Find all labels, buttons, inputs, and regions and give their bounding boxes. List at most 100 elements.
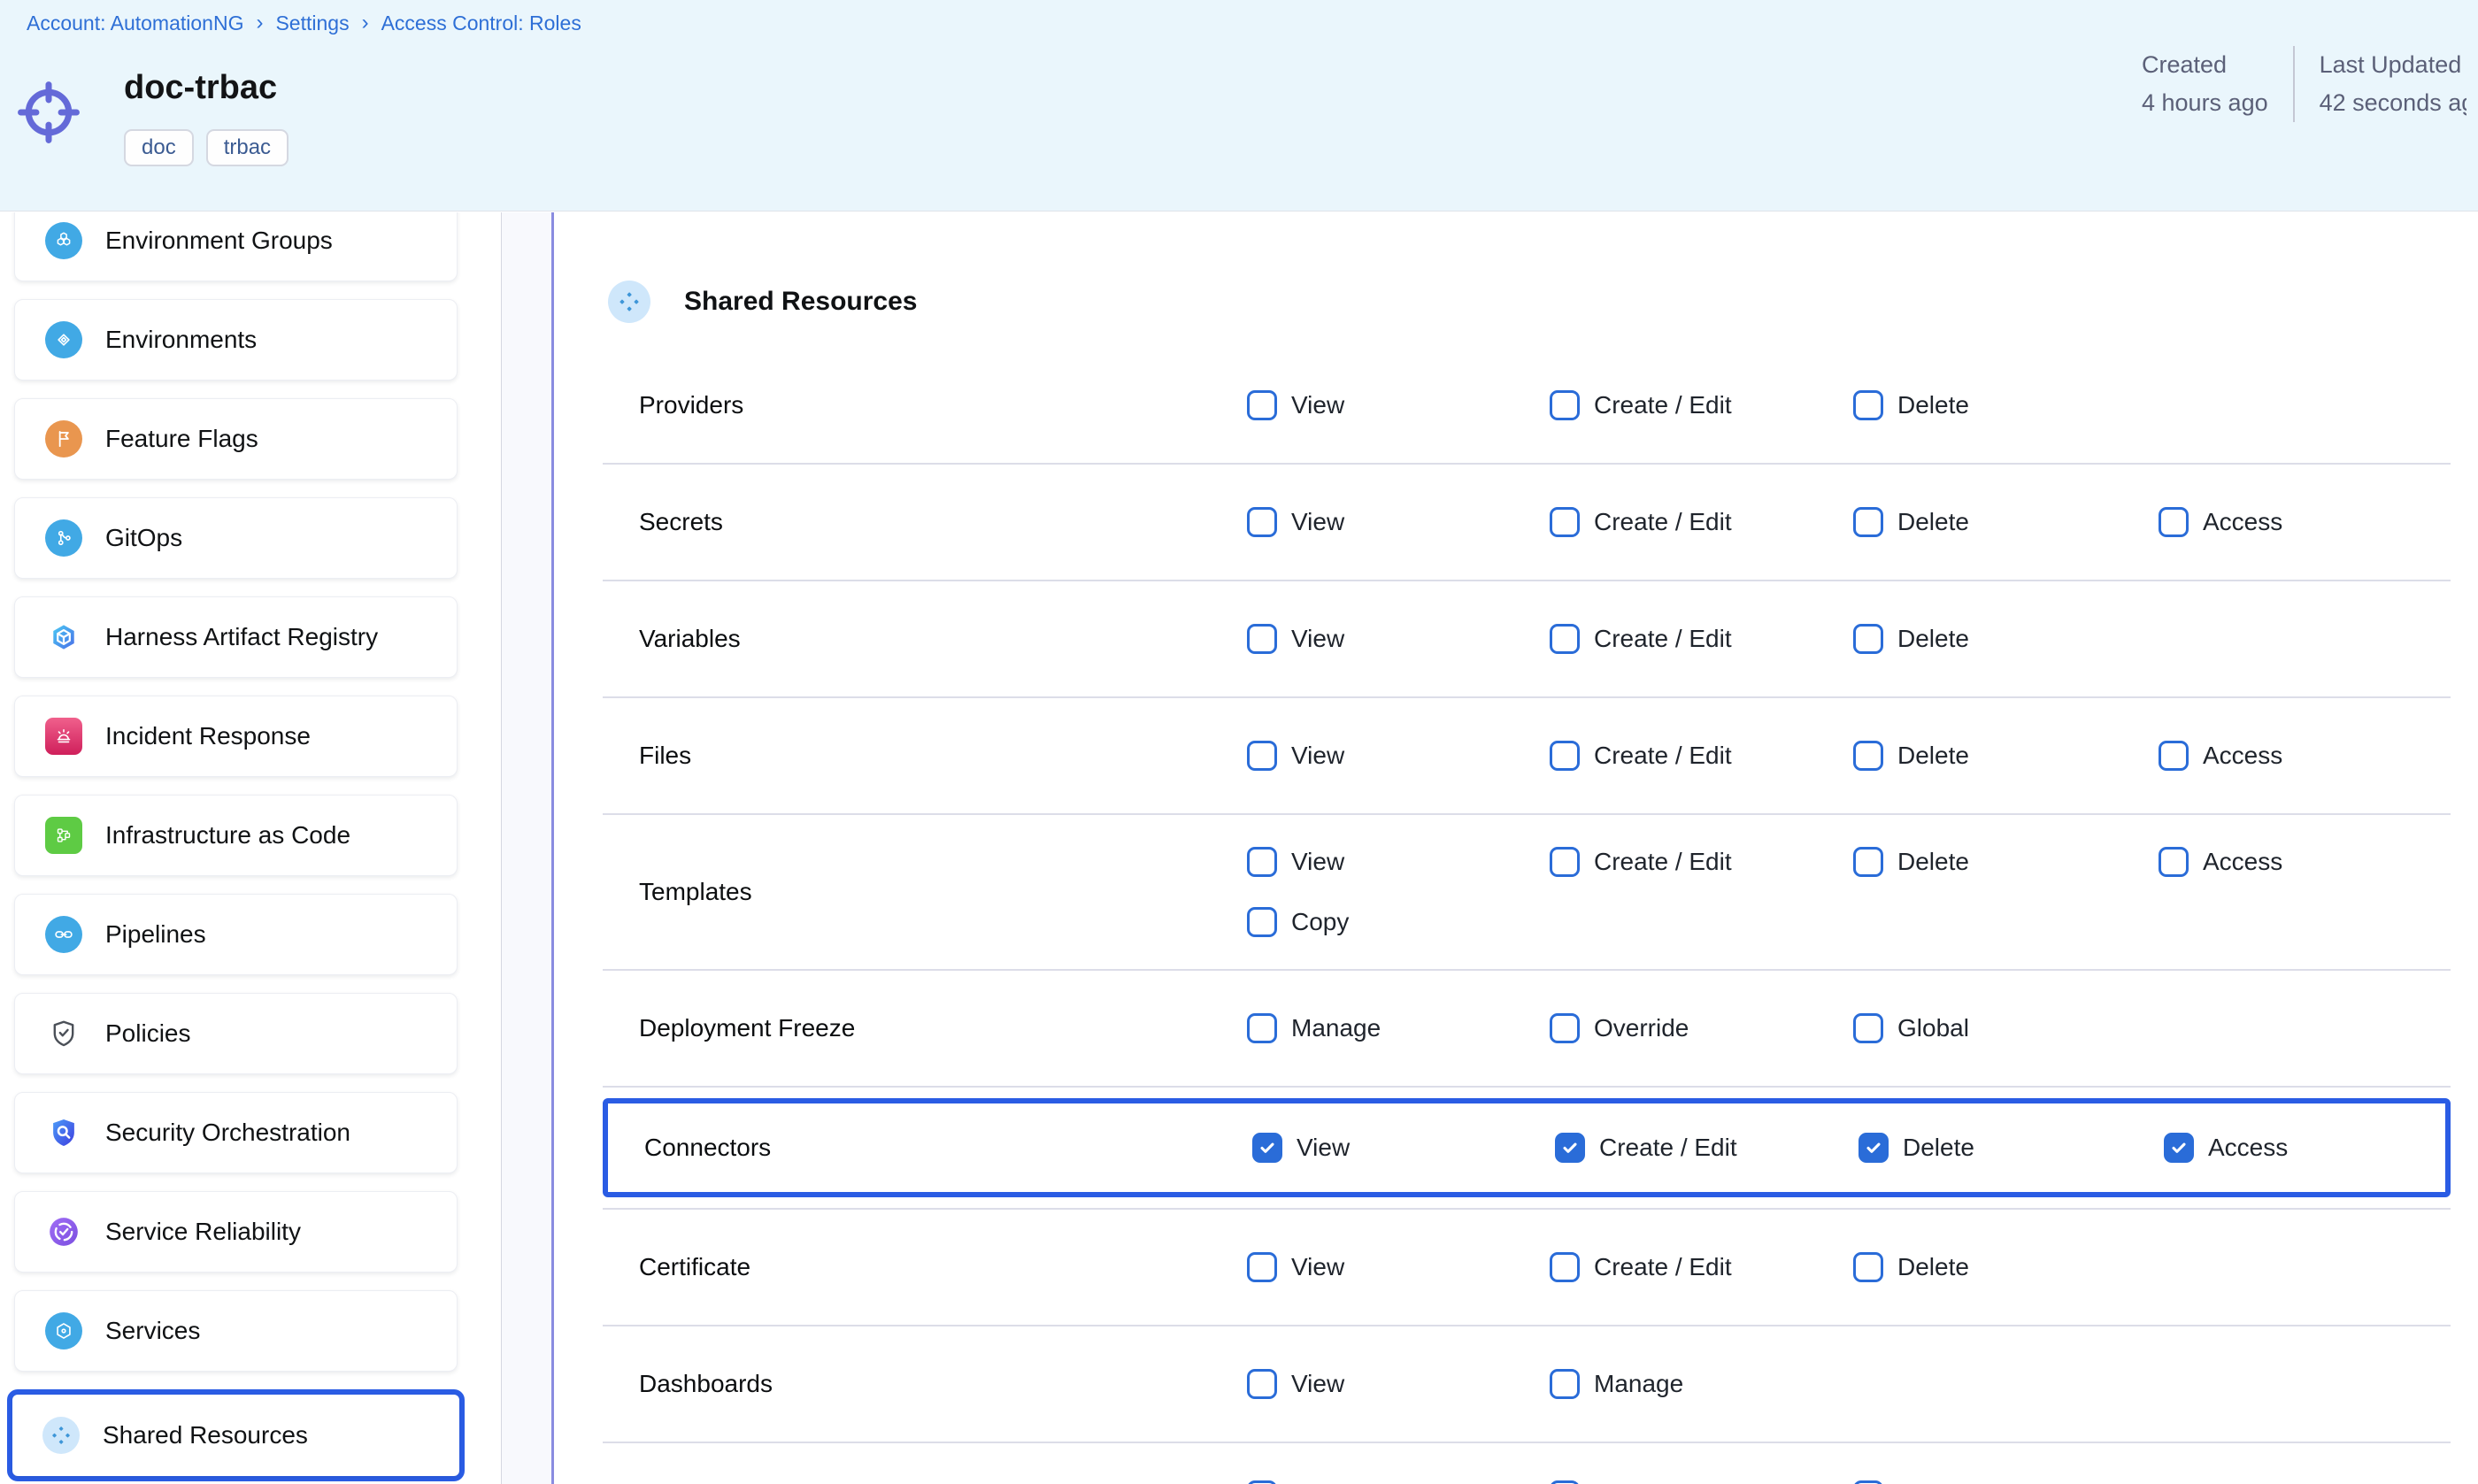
shared-resources-icon <box>42 1417 80 1454</box>
manage-checkbox[interactable] <box>1550 1369 1580 1399</box>
sidebar-item-label: Environments <box>105 326 257 354</box>
create-edit-checkbox[interactable] <box>1550 1252 1580 1282</box>
permission-label: Delete <box>1897 625 1969 653</box>
chevron-right-icon: › <box>256 11 263 35</box>
service-reliability-icon <box>45 1213 82 1250</box>
resource-label: Files <box>603 742 1247 770</box>
connectors-row-highlight: ConnectorsViewCreate / EditDeleteAccess <box>603 1098 2451 1197</box>
view-checkbox[interactable] <box>1247 507 1277 537</box>
access-checkbox[interactable] <box>2159 507 2189 537</box>
sidebar-item-label: Shared Resources <box>103 1421 308 1449</box>
permission-cell: Delete <box>1853 624 2159 654</box>
permission-cell: Access <box>2159 507 2451 537</box>
delete-checkbox[interactable] <box>1853 624 1883 654</box>
access-checkbox[interactable] <box>2159 847 2189 877</box>
create-edit-checkbox[interactable] <box>1550 507 1580 537</box>
create-edit-checkbox[interactable] <box>1555 1133 1585 1163</box>
permission-checkbox[interactable] <box>1550 1480 1580 1484</box>
sidebar-item-environment-groups[interactable]: Environment Groups <box>14 212 458 281</box>
permission-cell: View <box>1247 741 1550 771</box>
copy-checkbox[interactable] <box>1247 907 1277 937</box>
delete-checkbox[interactable] <box>1853 507 1883 537</box>
breadcrumb-roles-link[interactable]: Access Control: Roles <box>381 12 581 35</box>
providers-row: ProvidersViewCreate / EditDelete <box>603 348 2451 465</box>
role-meta: Created 4 hours ago Last Updated 42 seco… <box>2142 46 2466 122</box>
delete-checkbox[interactable] <box>1858 1133 1889 1163</box>
permission-checkbox[interactable] <box>1247 1480 1277 1484</box>
sidebar-item-environments[interactable]: Environments <box>14 299 458 381</box>
sidebar-item-label: Infrastructure as Code <box>105 821 350 850</box>
templates-row: TemplatesViewCreate / EditDeleteAccessCo… <box>603 815 2451 971</box>
create-edit-checkbox[interactable] <box>1550 741 1580 771</box>
permission-label: Access <box>2203 742 2282 770</box>
sidebar-item-security-orchestration[interactable]: Security Orchestration <box>14 1092 458 1173</box>
view-checkbox[interactable] <box>1247 624 1277 654</box>
permission-cell: Delete <box>1853 507 2159 537</box>
environments-icon <box>45 321 82 358</box>
delete-checkbox[interactable] <box>1853 1252 1883 1282</box>
sidebar-item-infrastructure-as-code[interactable]: Infrastructure as Code <box>14 795 458 876</box>
permission-label: Create / Edit <box>1594 625 1732 653</box>
sidebar-item-harness-artifact-registry[interactable]: Harness Artifact Registry <box>14 596 458 678</box>
secrets-row: SecretsViewCreate / EditDeleteAccess <box>603 465 2451 581</box>
feature-flags-icon <box>45 420 82 458</box>
override-checkbox[interactable] <box>1550 1013 1580 1043</box>
panel-splitter <box>502 212 554 1484</box>
view-checkbox[interactable] <box>1247 1252 1277 1282</box>
breadcrumb-settings-link[interactable]: Settings <box>275 12 349 35</box>
sidebar-item-policies[interactable]: Policies <box>14 993 458 1074</box>
policies-icon <box>45 1015 82 1052</box>
sidebar-item-service-reliability[interactable]: Service Reliability <box>14 1191 458 1273</box>
page-header: Account: AutomationNG › Settings › Acces… <box>0 0 2478 211</box>
manage-checkbox[interactable] <box>1247 1013 1277 1043</box>
permissions-panel-title: Shared Resources <box>684 287 917 317</box>
view-checkbox[interactable] <box>1247 741 1277 771</box>
create-edit-checkbox[interactable] <box>1550 624 1580 654</box>
permission-label: View <box>1291 1370 1344 1398</box>
sidebar-item-label: Services <box>105 1317 200 1345</box>
create-edit-checkbox[interactable] <box>1550 847 1580 877</box>
sidebar-item-pipelines[interactable]: Pipelines <box>14 894 458 975</box>
sidebar-item-label: Pipelines <box>105 920 206 949</box>
view-checkbox[interactable] <box>1247 847 1277 877</box>
view-checkbox[interactable] <box>1252 1133 1282 1163</box>
sidebar-item-gitops[interactable]: GitOps <box>14 497 458 579</box>
delete-checkbox[interactable] <box>1853 741 1883 771</box>
sidebar-item-shared-resources[interactable]: Shared Resources <box>12 1395 459 1476</box>
permission-label: Access <box>2208 1134 2288 1162</box>
sidebar-item-label: Harness Artifact Registry <box>105 623 378 651</box>
create-edit-checkbox[interactable] <box>1550 390 1580 420</box>
permission-cell: Create / Edit <box>1550 624 1853 654</box>
access-checkbox[interactable] <box>2164 1133 2194 1163</box>
sidebar-item-feature-flags[interactable]: Feature Flags <box>14 398 458 480</box>
environment-groups-icon <box>45 222 82 259</box>
resource-label: Deployment Freeze <box>603 1014 1247 1042</box>
sidebar-item-services[interactable]: Services <box>14 1290 458 1372</box>
permission-label: Access <box>2203 508 2282 536</box>
permission-label: Create / Edit <box>1594 1253 1732 1281</box>
permission-cell: Access <box>2164 1133 2445 1163</box>
permission-label: Delete <box>1897 848 1969 876</box>
services-icon <box>45 1312 82 1349</box>
content-area: Environment Groups Environments Feature Fl… <box>0 212 2478 1484</box>
gitops-icon <box>45 519 82 557</box>
connectors-row: ConnectorsViewCreate / EditDeleteAccess <box>608 1103 2445 1192</box>
role-tags: doc trbac <box>124 129 289 166</box>
view-checkbox[interactable] <box>1247 1369 1277 1399</box>
delete-checkbox[interactable] <box>1853 390 1883 420</box>
permission-cell: Access <box>2159 741 2451 771</box>
permission-label: Create / Edit <box>1594 391 1732 419</box>
breadcrumb-account-link[interactable]: Account: AutomationNG <box>27 12 243 35</box>
permission-checkbox[interactable] <box>1853 1480 1883 1484</box>
view-checkbox[interactable] <box>1247 390 1277 420</box>
global-checkbox[interactable] <box>1853 1013 1883 1043</box>
tag-doc: doc <box>124 129 194 166</box>
sidebar-item-incident-response[interactable]: Incident Response <box>14 696 458 777</box>
delete-checkbox[interactable] <box>1853 847 1883 877</box>
access-checkbox[interactable] <box>2159 741 2189 771</box>
permission-cell: Delete <box>1858 1133 2164 1163</box>
permission-cell: Manage <box>1550 1369 1853 1399</box>
resource-category-list: Environment Groups Environments Feature Fl… <box>0 212 502 1484</box>
permission-label: Delete <box>1897 742 1969 770</box>
permission-cell: Delete <box>1853 847 2159 877</box>
